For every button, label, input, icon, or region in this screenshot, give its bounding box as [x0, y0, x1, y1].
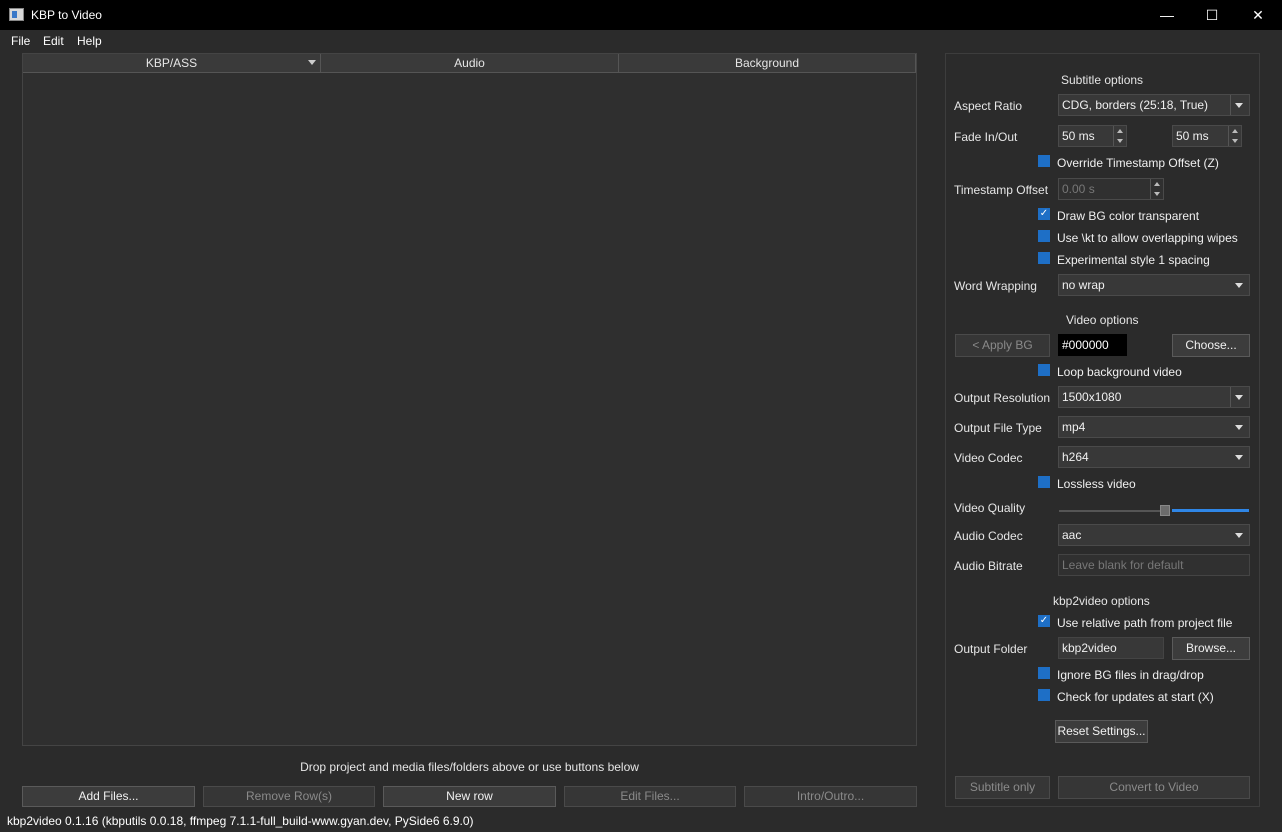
video-codec-select[interactable]: h264: [1058, 446, 1250, 468]
fade-in-value: 50 ms: [1062, 129, 1095, 143]
sort-arrow-icon: [308, 60, 316, 65]
video-options-heading: Video options: [1066, 313, 1139, 327]
aspect-ratio-value: CDG, borders (25:18, True): [1062, 98, 1209, 112]
audio-bitrate-input[interactable]: Leave blank for default: [1058, 554, 1250, 576]
maximize-button[interactable]: ☐: [1189, 0, 1235, 30]
file-type-value: mp4: [1062, 420, 1086, 434]
convert-video-button[interactable]: Convert to Video: [1058, 776, 1250, 799]
spin-up-icon[interactable]: [1117, 129, 1123, 133]
check-updates-label: Check for updates at start (X): [1057, 690, 1214, 704]
video-quality-label: Video Quality: [954, 501, 1026, 515]
title-bar: [0, 0, 1282, 30]
relative-path-label: Use relative path from project file: [1057, 616, 1233, 630]
lossless-label: Lossless video: [1057, 477, 1136, 491]
ignore-bg-checkbox[interactable]: [1038, 667, 1050, 679]
ts-offset-value: 0.00 s: [1062, 182, 1095, 196]
menu-bar: [0, 30, 1282, 52]
apply-bg-button[interactable]: < Apply BG: [955, 334, 1050, 357]
override-ts-checkbox[interactable]: [1038, 155, 1050, 167]
menu-edit[interactable]: Edit: [43, 34, 64, 48]
resolution-label: Output Resolution: [954, 391, 1051, 405]
use-kt-label: Use \kt to allow overlapping wipes: [1057, 231, 1238, 245]
video-quality-slider-track[interactable]: [1059, 510, 1165, 512]
video-quality-slider-fill[interactable]: [1172, 509, 1249, 512]
reset-settings-button[interactable]: Reset Settings...: [1055, 720, 1148, 743]
ts-offset-spinbox[interactable]: 0.00 s: [1058, 178, 1164, 200]
spin-up-icon[interactable]: [1154, 182, 1160, 186]
app-icon: [9, 8, 24, 21]
column-header-background[interactable]: Background: [619, 54, 916, 73]
file-type-label: Output File Type: [954, 421, 1042, 435]
kbp2video-options-heading: kbp2video options: [1053, 594, 1150, 608]
intro-outro-button[interactable]: Intro/Outro...: [744, 786, 917, 807]
output-folder-label: Output Folder: [954, 642, 1028, 656]
choose-color-button[interactable]: Choose...: [1172, 334, 1250, 357]
word-wrap-label: Word Wrapping: [954, 279, 1037, 293]
file-type-select[interactable]: mp4: [1058, 416, 1250, 438]
spin-down-icon[interactable]: [1154, 192, 1160, 196]
column-header-kbp[interactable]: KBP/ASS: [23, 54, 321, 73]
window-title: KBP to Video: [31, 8, 102, 22]
audio-codec-select[interactable]: aac: [1058, 524, 1250, 546]
loop-bg-checkbox[interactable]: [1038, 364, 1050, 376]
loop-bg-label: Loop background video: [1057, 365, 1182, 379]
ignore-bg-label: Ignore BG files in drag/drop: [1057, 668, 1204, 682]
menu-file[interactable]: File: [11, 34, 30, 48]
audio-bitrate-label: Audio Bitrate: [954, 559, 1023, 573]
remove-rows-button[interactable]: Remove Row(s): [203, 786, 375, 807]
new-row-button[interactable]: New row: [383, 786, 556, 807]
column-header-kbp-label: KBP/ASS: [145, 56, 198, 70]
experimental-style-checkbox[interactable]: [1038, 252, 1050, 264]
spin-down-icon[interactable]: [1232, 139, 1238, 143]
draw-bg-transparent-checkbox[interactable]: ✓: [1038, 208, 1050, 220]
video-codec-label: Video Codec: [954, 451, 1023, 465]
fade-out-spinbox[interactable]: 50 ms: [1172, 125, 1242, 147]
menu-help[interactable]: Help: [77, 34, 102, 48]
word-wrap-value: no wrap: [1062, 278, 1105, 292]
chevron-down-icon: [1235, 455, 1243, 460]
lossless-checkbox[interactable]: [1038, 476, 1050, 488]
spin-up-icon[interactable]: [1232, 129, 1238, 133]
audio-codec-label: Audio Codec: [954, 529, 1023, 543]
status-bar: kbp2video 0.1.16 (kbputils 0.0.18, ffmpe…: [7, 814, 474, 828]
chevron-down-icon: [1235, 533, 1243, 538]
chevron-down-icon: [1235, 283, 1243, 288]
edit-files-button[interactable]: Edit Files...: [564, 786, 736, 807]
spin-down-icon[interactable]: [1117, 139, 1123, 143]
draw-bg-transparent-label: Draw BG color transparent: [1057, 209, 1200, 223]
subtitle-options-heading: Subtitle options: [1061, 73, 1144, 87]
check-updates-checkbox[interactable]: [1038, 689, 1050, 701]
video-codec-value: h264: [1062, 450, 1089, 464]
chevron-down-icon: [1235, 395, 1243, 400]
fade-in-spinbox[interactable]: 50 ms: [1058, 125, 1127, 147]
browse-button[interactable]: Browse...: [1172, 637, 1250, 660]
drop-hint: Drop project and media files/folders abo…: [300, 760, 639, 774]
file-table[interactable]: KBP/ASS Audio Background: [22, 53, 917, 746]
add-files-button[interactable]: Add Files...: [22, 786, 195, 807]
video-quality-slider-handle[interactable]: [1160, 505, 1170, 516]
use-kt-checkbox[interactable]: [1038, 230, 1050, 242]
aspect-ratio-label: Aspect Ratio: [954, 99, 1023, 113]
output-folder-input[interactable]: kbp2video: [1058, 637, 1164, 659]
minimize-button[interactable]: —: [1144, 0, 1190, 30]
subtitle-only-button[interactable]: Subtitle only: [955, 776, 1050, 799]
bg-color-input[interactable]: #000000: [1058, 334, 1127, 356]
close-button[interactable]: ✕: [1235, 0, 1281, 30]
chevron-down-icon: [1235, 425, 1243, 430]
fade-label: Fade In/Out: [954, 130, 1018, 144]
override-ts-label: Override Timestamp Offset (Z): [1057, 156, 1219, 170]
audio-codec-value: aac: [1062, 528, 1082, 542]
resolution-value: 1500x1080: [1062, 390, 1122, 404]
fade-out-value: 50 ms: [1176, 129, 1209, 143]
column-header-audio[interactable]: Audio: [321, 54, 619, 73]
ts-offset-label: Timestamp Offset: [954, 183, 1049, 197]
relative-path-checkbox[interactable]: ✓: [1038, 615, 1050, 627]
word-wrap-select[interactable]: no wrap: [1058, 274, 1250, 296]
experimental-style-label: Experimental style 1 spacing: [1057, 253, 1210, 267]
chevron-down-icon: [1235, 103, 1243, 108]
aspect-ratio-select[interactable]: CDG, borders (25:18, True): [1058, 94, 1250, 116]
resolution-select[interactable]: 1500x1080: [1058, 386, 1250, 408]
